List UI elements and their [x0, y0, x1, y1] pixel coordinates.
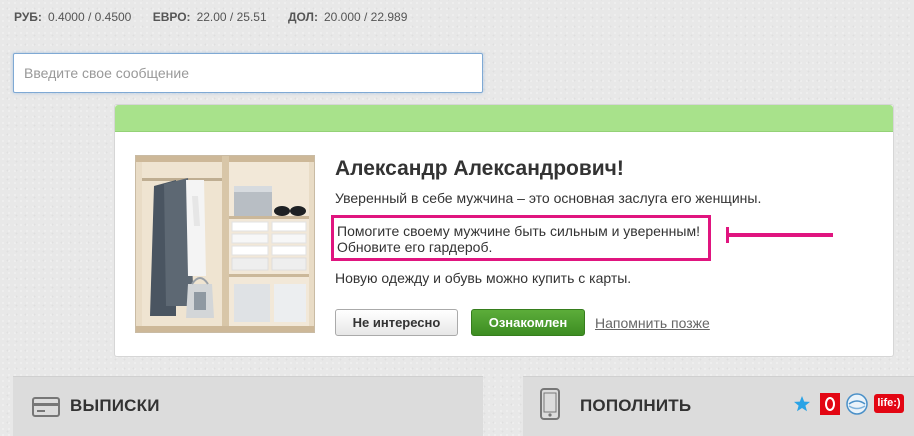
rate-value-eur: 22.00 / 25.51 [196, 10, 267, 24]
rate-label-usd: ДОЛ: [287, 10, 318, 24]
statements-label: ВЫПИСКИ [70, 396, 160, 415]
card-icon [32, 397, 60, 417]
annotation-arrow-icon [726, 227, 833, 243]
mts-logo[interactable] [820, 393, 840, 415]
wardrobe-illustration [136, 156, 314, 332]
offer-title: Александр Александрович! [335, 157, 624, 180]
remind-later-link[interactable]: Напомнить позже [595, 315, 710, 331]
star-icon[interactable] [793, 395, 811, 413]
highlighted-line-1: Помогите своему мужчине быть сильным и у… [337, 223, 700, 239]
rate-value-rub: 0.4000 / 0.4500 [47, 10, 132, 24]
acknowledged-button[interactable]: Ознакомлен [471, 309, 585, 336]
not-interested-button[interactable]: Не интересно [335, 309, 458, 336]
offer-card-header [115, 105, 893, 132]
life-logo[interactable]: life:) [874, 394, 904, 413]
wardrobe-image [135, 155, 315, 333]
life-logo-text: life:) [877, 397, 901, 409]
rate-label-rub: РУБ: [14, 10, 42, 24]
rate-label-eur: ЕВРО: [152, 10, 191, 24]
topup-label: ПОПОЛНИТЬ [580, 396, 692, 415]
highlighted-message: Помогите своему мужчине быть сильным и у… [331, 215, 711, 261]
intertelecom-logo[interactable] [846, 393, 868, 415]
highlighted-line-2: Обновите его гардероб. [337, 239, 493, 255]
rate-value-usd: 20.000 / 22.989 [323, 10, 408, 24]
statements-panel[interactable]: ВЫПИСКИ [13, 376, 483, 436]
message-input[interactable] [13, 53, 483, 93]
phone-icon [540, 388, 560, 420]
offer-text-purchase: Новую одежду и обувь можно купить с карт… [335, 270, 632, 286]
offer-text-intro: Уверенный в себе мужчина – это основная … [335, 190, 762, 206]
currency-rates: РУБ: 0.4000 / 0.4500 ЕВРО: 22.00 / 25.51 Д… [14, 10, 425, 24]
